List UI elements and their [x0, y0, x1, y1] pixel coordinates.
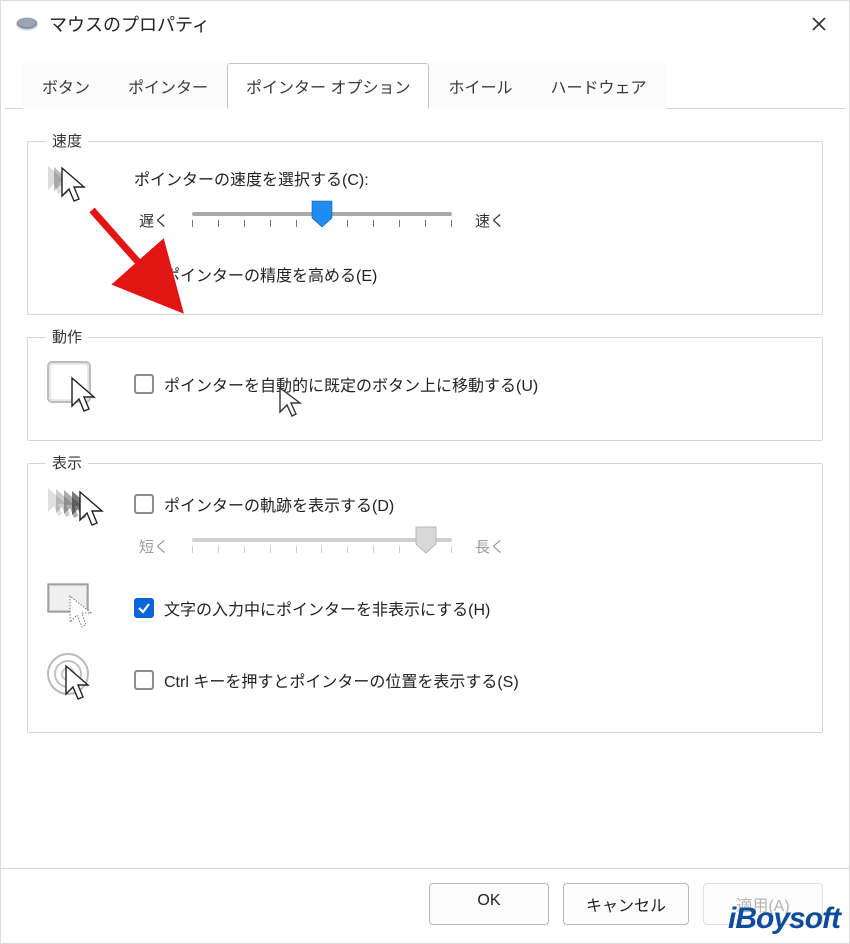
dialog-button-bar: OK キャンセル 適用(A)	[1, 868, 849, 943]
trails-label: ポインターの軌跡を表示する(D)	[164, 492, 394, 516]
enhance-precision-checkbox[interactable]	[134, 264, 154, 284]
cursor-icon	[278, 386, 304, 418]
tab-content: 速度 ポインターの速度を選択する(C): 遅く	[1, 109, 849, 868]
hide-typing-checkbox[interactable]	[134, 598, 154, 618]
tab-hardware[interactable]: ハードウェア	[532, 63, 666, 109]
pointer-speed-slider[interactable]	[192, 202, 452, 238]
enhance-precision-label: ポインターの精度を高める(E)	[164, 262, 377, 286]
pointer-speed-label: ポインターの速度を選択する(C):	[134, 166, 804, 190]
titlebar: マウスのプロパティ	[1, 1, 849, 43]
hide-typing-label: 文字の入力中にポインターを非表示にする(H)	[164, 596, 490, 620]
tab-pointers[interactable]: ポインター	[109, 63, 227, 109]
trails-slider-row: 短く	[134, 528, 804, 564]
tab-buttons[interactable]: ボタン	[23, 63, 109, 109]
speed-slow-label: 遅く	[134, 210, 174, 231]
group-speed-legend: 速度	[46, 130, 88, 151]
snap-auto-move-checkbox[interactable]	[134, 374, 154, 394]
mouse-properties-dialog: マウスのプロパティ ボタン ポインター ポインター オプション ホイール ハード…	[0, 0, 850, 944]
speed-icon	[46, 164, 116, 222]
snap-icon	[46, 360, 116, 418]
group-snap-legend: 動作	[46, 326, 88, 347]
watermark: iBoysoft	[728, 902, 840, 936]
tab-strip: ボタン ポインター ポインター オプション ホイール ハードウェア	[5, 43, 845, 109]
hide-typing-icon	[46, 582, 116, 640]
trails-short-label: 短く	[134, 536, 174, 557]
hide-typing-row: 文字の入力中にポインターを非表示にする(H)	[134, 596, 804, 620]
cancel-button[interactable]: キャンセル	[563, 883, 689, 925]
ok-button[interactable]: OK	[429, 883, 549, 925]
group-snap: 動作 ポインターを自動的に既定のボタン上に移動する(U)	[27, 337, 823, 441]
group-visibility-legend: 表示	[46, 452, 88, 473]
trails-slider	[192, 528, 452, 564]
trails-row: ポインターの軌跡を表示する(D)	[134, 492, 804, 516]
trails-checkbox[interactable]	[134, 494, 154, 514]
snap-auto-move-row: ポインターを自動的に既定のボタン上に移動する(U)	[134, 372, 804, 396]
pointer-speed-thumb[interactable]	[309, 200, 335, 228]
mouse-icon	[15, 16, 39, 32]
group-speed: 速度 ポインターの速度を選択する(C): 遅く	[27, 141, 823, 315]
trails-thumb	[413, 526, 439, 554]
group-visibility: 表示 ポインターの軌跡を表示する(D)	[27, 463, 823, 733]
ctrl-locate-row: Ctrl キーを押すとポインターの位置を表示する(S)	[134, 668, 804, 692]
speed-fast-label: 速く	[470, 210, 510, 231]
close-icon	[811, 16, 827, 32]
tab-pointer-options[interactable]: ポインター オプション	[227, 63, 429, 109]
trails-long-label: 長く	[470, 536, 510, 557]
pointer-speed-slider-row: 遅く	[134, 202, 804, 238]
ctrl-locate-checkbox[interactable]	[134, 670, 154, 690]
enhance-precision-row: ポインターの精度を高める(E)	[134, 262, 804, 286]
window-title: マウスのプロパティ	[49, 11, 789, 37]
snap-auto-move-label: ポインターを自動的に既定のボタン上に移動する(U)	[164, 372, 538, 396]
close-button[interactable]	[799, 9, 839, 39]
trails-icon	[46, 486, 116, 544]
ctrl-locate-icon	[46, 652, 116, 710]
ctrl-locate-label: Ctrl キーを押すとポインターの位置を表示する(S)	[164, 668, 519, 692]
tab-wheel[interactable]: ホイール	[429, 63, 531, 109]
